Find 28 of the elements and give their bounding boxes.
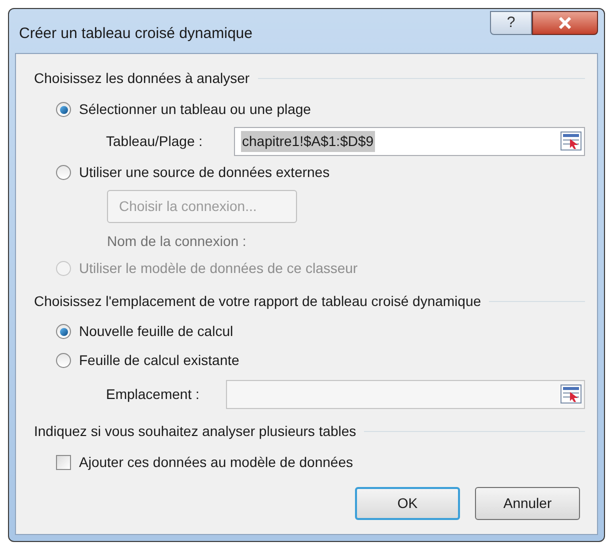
close-icon [558, 17, 572, 29]
checkbox[interactable] [56, 454, 71, 470]
section-heading: Choisissez les données à analyser [34, 69, 250, 88]
radio-button[interactable] [56, 102, 71, 117]
radio-label: Nouvelle feuille de calcul [79, 322, 234, 341]
radio-label: Sélectionner un tableau ou une plage [79, 100, 311, 119]
dialog-button[interactable]: OK [355, 487, 460, 520]
checkbox-label: Ajouter ces données au modèle de données [79, 452, 353, 472]
range-field[interactable]: chapitre1!$A$1:$D$9 [234, 126, 585, 156]
close-button[interactable] [532, 11, 598, 35]
connection-name-label: Nom de la connexion : [107, 232, 246, 251]
window-title: Créer un tableau croisé dynamique [19, 24, 254, 44]
field-label: Tableau/Plage : [106, 132, 204, 151]
radio-button[interactable] [56, 353, 71, 368]
radio-label: Feuille de calcul existante [79, 351, 240, 370]
radio-button[interactable] [56, 165, 71, 180]
range-select-icon[interactable] [560, 131, 582, 151]
section-heading: Choisissez l'emplacement de votre rapport de tableau croisé dynamique [34, 292, 482, 311]
location-field[interactable] [226, 380, 585, 408]
help-button[interactable]: ? [490, 11, 532, 35]
radio-button[interactable] [56, 324, 71, 339]
radio-label: Utiliser une source de données externes [79, 163, 330, 182]
field-label: Emplacement : [106, 384, 200, 404]
dialog-button[interactable]: Annuler [475, 487, 580, 520]
section-heading: Indiquez si vous souhaitez analyser plusieurs tables [34, 422, 356, 441]
radio-label: Utiliser le modèle de données de ce classeur [79, 259, 358, 278]
range-select-icon[interactable] [560, 384, 582, 404]
field-value: chapitre1!$A$1:$D$9 [241, 130, 375, 152]
